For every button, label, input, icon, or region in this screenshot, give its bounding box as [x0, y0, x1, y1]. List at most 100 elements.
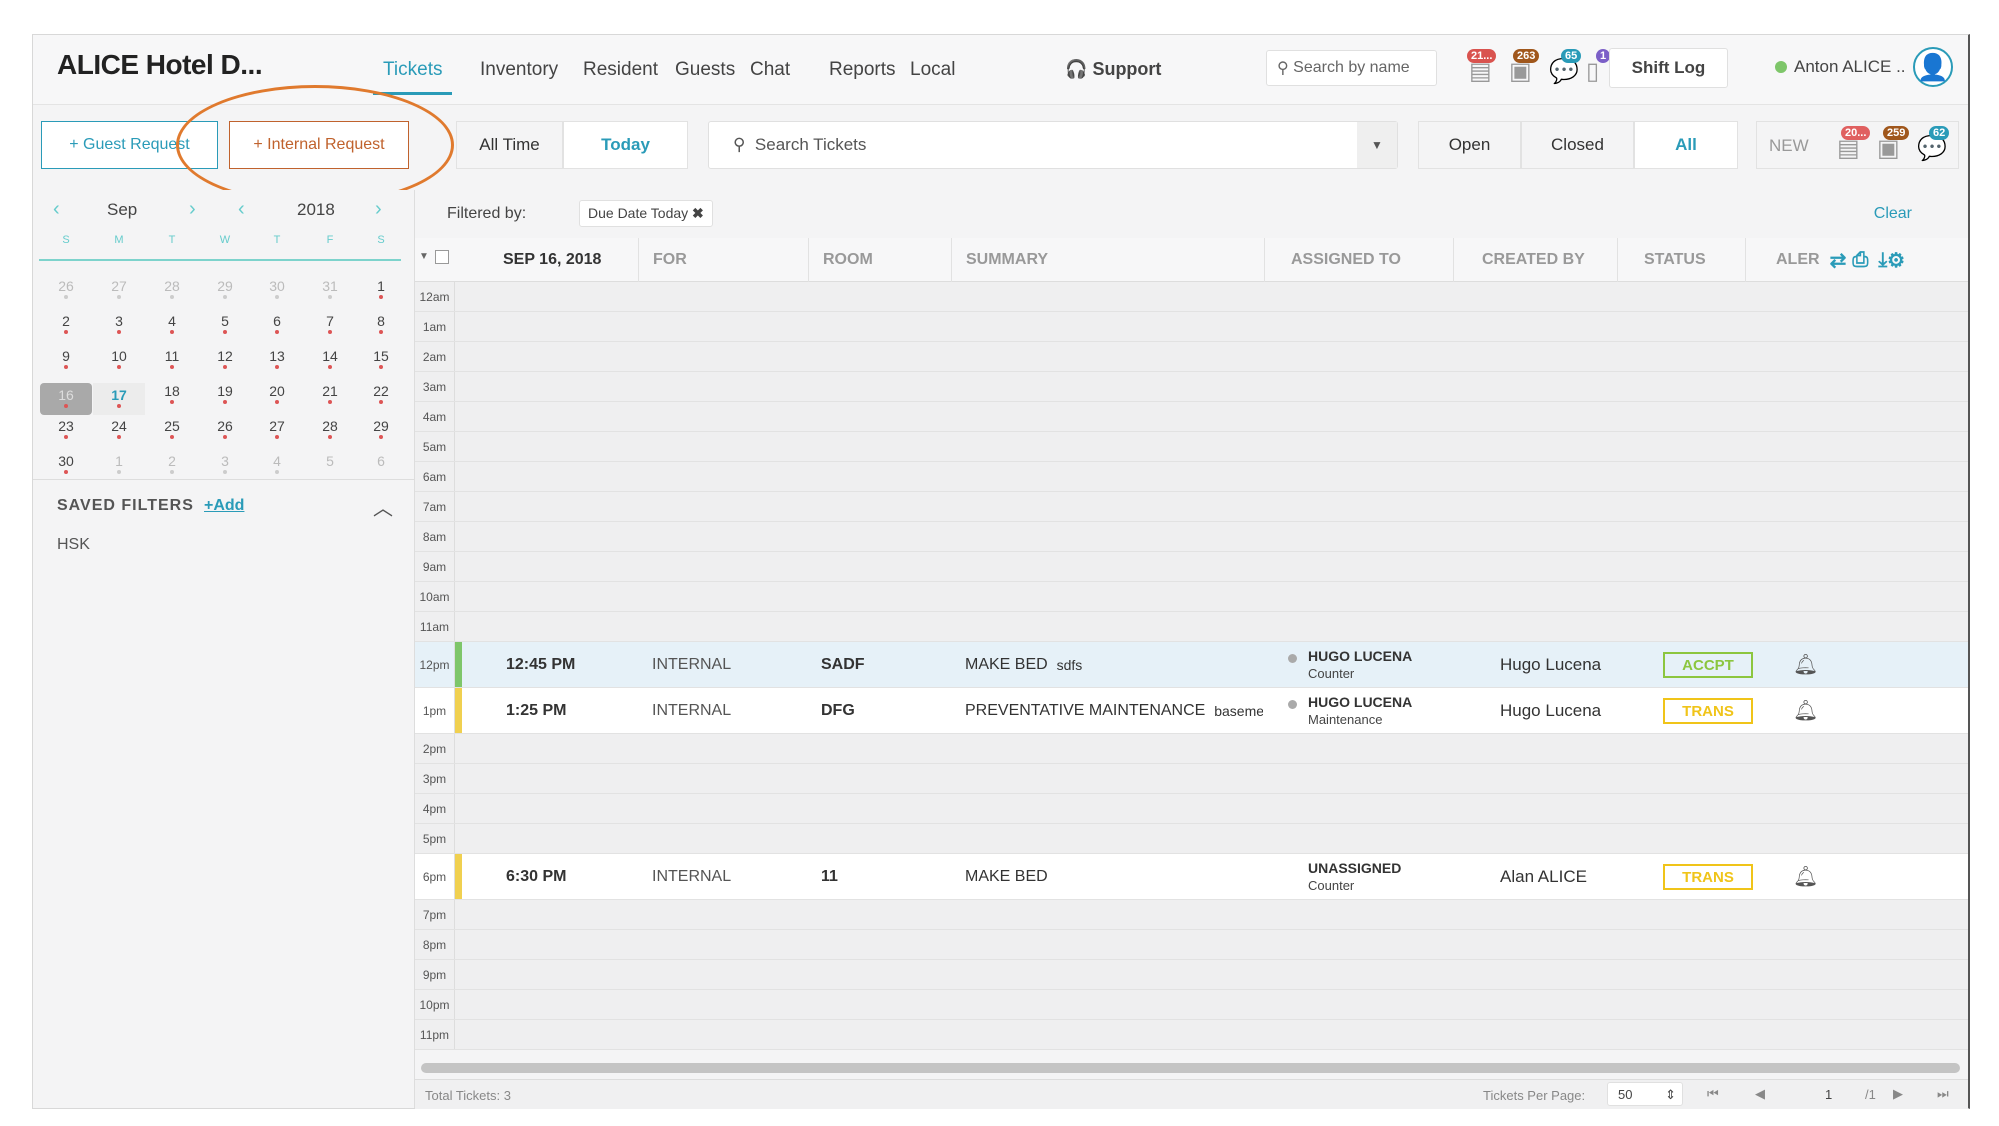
select-dropdown-icon[interactable]: ▼ — [419, 251, 429, 262]
calendar-day[interactable]: 24 — [99, 418, 139, 439]
alert-bell-icon[interactable]: 🔔︎ — [1793, 688, 1818, 733]
col-created-by[interactable]: CREATED BY — [1454, 238, 1618, 282]
user-name[interactable]: Anton ALICE .. — [1794, 57, 1906, 77]
select-all-checkbox[interactable] — [435, 250, 449, 264]
calendar-day[interactable]: 5 — [205, 313, 245, 334]
calendar-day[interactable]: 26 — [205, 418, 245, 439]
print-icon[interactable]: ⎙ — [1852, 249, 1868, 272]
remove-filter-icon[interactable]: ✖ — [692, 205, 704, 221]
calendar-day[interactable]: 9 — [46, 348, 86, 369]
ticket-row[interactable]: 1pm 1:25 PM INTERNAL DFG PREVENTATIVE MA… — [415, 688, 1968, 734]
calendar-day[interactable]: 2 — [152, 453, 192, 474]
refresh-icon[interactable]: ⇄ — [1830, 248, 1847, 273]
new-tasks-icon[interactable]: ▣ 259 — [1877, 126, 1910, 164]
calendar-day[interactable]: 1 — [99, 453, 139, 474]
next-month-icon[interactable]: › — [189, 198, 196, 221]
first-page-icon[interactable]: ⏮ — [1707, 1086, 1719, 1102]
new-requests-icon[interactable]: ▤ 20... — [1837, 126, 1871, 164]
calendar-day[interactable]: 7 — [310, 313, 350, 334]
calendar-day[interactable]: 11 — [152, 348, 192, 369]
clear-filters-link[interactable]: Clear — [1874, 205, 1912, 223]
nav-inventory[interactable]: Inventory — [480, 59, 558, 81]
horizontal-scrollbar[interactable] — [421, 1063, 1960, 1073]
calendar-day[interactable]: 23 — [46, 418, 86, 439]
nav-chat[interactable]: Chat — [750, 59, 790, 81]
next-page-icon[interactable]: ▶ — [1893, 1086, 1903, 1102]
ticket-row[interactable]: 12pm 12:45 PM INTERNAL SADF MAKE BED sdf… — [415, 642, 1968, 688]
last-page-icon[interactable]: ⏭ — [1937, 1086, 1949, 1102]
user-avatar-icon[interactable]: 👤 — [1913, 47, 1953, 87]
calendar-day[interactable]: 4 — [257, 453, 297, 474]
new-chat-icon[interactable]: 💬 62 — [1917, 126, 1950, 164]
calendar-day[interactable]: 3 — [205, 453, 245, 474]
filter-all[interactable]: All — [1634, 121, 1738, 169]
current-page[interactable]: 1 — [1825, 1087, 1832, 1102]
calendar-day[interactable]: 30 — [257, 278, 297, 299]
calendar-day[interactable]: 1 — [361, 278, 401, 299]
calendar-day[interactable]: 8 — [361, 313, 401, 334]
calendar-day[interactable]: 28 — [310, 418, 350, 439]
calendar-day[interactable]: 30 — [46, 453, 86, 474]
nav-reports[interactable]: Reports — [829, 59, 896, 81]
calendar-day[interactable]: 28 — [152, 278, 192, 299]
search-dropdown-caret-icon[interactable]: ▼ — [1357, 122, 1397, 168]
nav-tickets[interactable]: Tickets — [372, 59, 454, 95]
alert-bell-icon[interactable]: 🔔︎ — [1793, 854, 1818, 899]
calendar-day[interactable]: 14 — [310, 348, 350, 369]
status-badge[interactable]: TRANS — [1663, 864, 1753, 890]
next-year-icon[interactable]: › — [375, 198, 382, 221]
status-badge[interactable]: ACCPT — [1663, 652, 1753, 678]
prev-year-icon[interactable]: ‹ — [238, 198, 245, 221]
tasks-icon[interactable]: ▣ 263 — [1509, 49, 1541, 89]
calendar-day[interactable]: 13 — [257, 348, 297, 369]
filter-today[interactable]: Today — [563, 121, 688, 169]
prev-month-icon[interactable]: ‹ — [53, 198, 60, 221]
col-room[interactable]: ROOM — [809, 238, 952, 282]
calendar-day[interactable]: 26 — [46, 278, 86, 299]
guest-search-input[interactable]: ⚲ Search by name — [1266, 50, 1437, 86]
ticket-row[interactable]: 6pm 6:30 PM INTERNAL 11 MAKE BED UNASSIG… — [415, 854, 1968, 900]
calendar-day[interactable]: 6 — [361, 453, 401, 469]
calendar-day[interactable]: 29 — [205, 278, 245, 299]
per-page-select[interactable]: 50 ⇕ — [1607, 1082, 1683, 1106]
calendar-day[interactable]: 21 — [310, 383, 350, 404]
support-link[interactable]: 🎧 Support — [1065, 59, 1161, 80]
col-status[interactable]: STATUS — [1618, 238, 1746, 282]
calendar-day[interactable]: 20 — [257, 383, 297, 404]
calendar-day[interactable]: 19 — [205, 383, 245, 404]
col-summary[interactable]: SUMMARY — [952, 238, 1265, 282]
calendar-day[interactable]: 29 — [361, 418, 401, 439]
status-badge[interactable]: TRANS — [1663, 698, 1753, 724]
collapse-chevron-up-icon[interactable]: ︿ — [373, 492, 393, 521]
calendar-day[interactable]: 2 — [46, 313, 86, 334]
filter-chip-due-date[interactable]: Due Date Today ✖ — [579, 200, 713, 227]
saved-filter-hsk[interactable]: HSK — [57, 536, 90, 554]
calendar-day[interactable]: 10 — [99, 348, 139, 369]
prev-page-icon[interactable]: ◀ — [1755, 1086, 1765, 1102]
calendar-day[interactable]: 5 — [310, 453, 350, 469]
ticket-search-input[interactable]: ⚲ Search Tickets ▼ — [708, 121, 1398, 169]
settings-gear-icon[interactable]: ⚙ — [1887, 248, 1905, 273]
calendar-day[interactable]: 27 — [257, 418, 297, 439]
calendar-day[interactable]: 16 — [40, 383, 92, 415]
nav-resident[interactable]: Resident — [583, 59, 658, 81]
calendar-day[interactable]: 4 — [152, 313, 192, 334]
calendar-day[interactable]: 27 — [99, 278, 139, 299]
col-assigned-to[interactable]: ASSIGNED TO — [1265, 238, 1454, 282]
calendar-day[interactable]: 12 — [205, 348, 245, 369]
add-saved-filter-link[interactable]: +Add — [204, 497, 244, 515]
requests-icon[interactable]: ▤ 21... — [1467, 49, 1501, 89]
calendar-day[interactable]: 31 — [310, 278, 350, 299]
shift-log-button[interactable]: Shift Log — [1609, 48, 1728, 88]
calendar-day[interactable]: 22 — [361, 383, 401, 404]
chat-icon[interactable]: 💬 65 — [1549, 49, 1582, 89]
filter-all-time[interactable]: All Time — [456, 121, 563, 169]
filter-open[interactable]: Open — [1418, 121, 1521, 169]
alert-bell-icon[interactable]: 🔔︎ — [1793, 642, 1818, 687]
calendar-day[interactable]: 18 — [152, 383, 192, 404]
mobile-icon[interactable]: ▯ 1 — [1586, 49, 1611, 89]
calendar-day[interactable]: 3 — [99, 313, 139, 334]
nav-guests[interactable]: Guests — [675, 59, 735, 81]
calendar-day[interactable]: 6 — [257, 313, 297, 334]
filter-closed[interactable]: Closed — [1521, 121, 1634, 169]
